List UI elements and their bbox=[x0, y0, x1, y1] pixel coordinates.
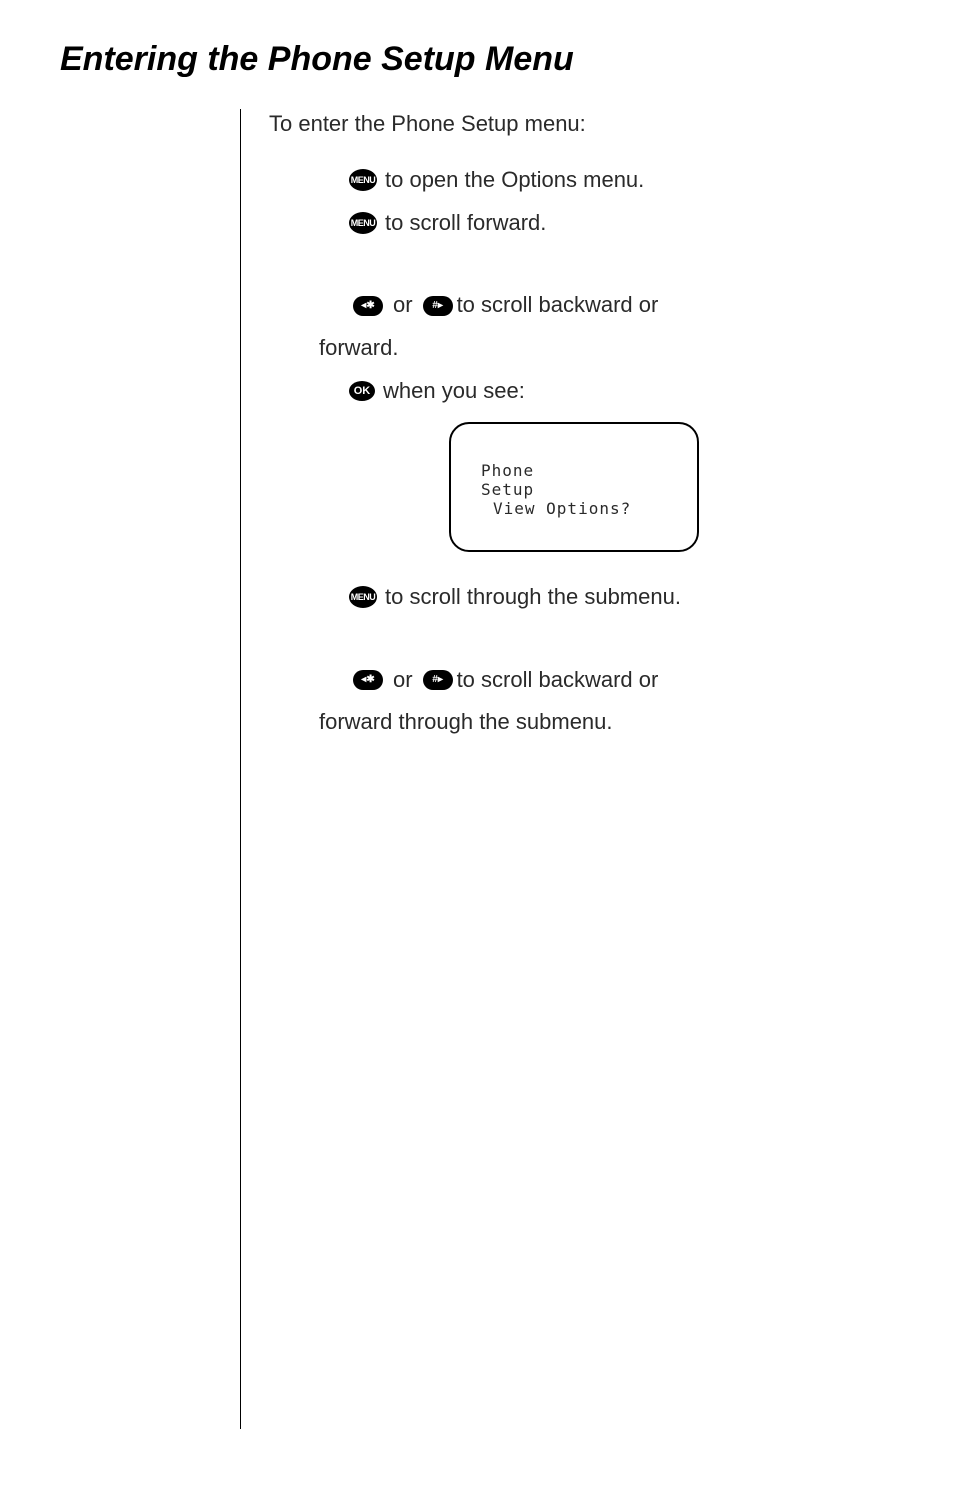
step-text: to open the Options menu. bbox=[385, 165, 644, 196]
step-text: to scroll through the submenu. bbox=[385, 582, 681, 613]
menu-icon: MENU bbox=[349, 586, 377, 608]
hash-right-icon: #▸ bbox=[423, 296, 453, 316]
step-text: to scroll backward or bbox=[457, 665, 659, 696]
screen-line-1: Phone bbox=[481, 461, 677, 480]
left-star-icon: ◂✱ bbox=[353, 670, 383, 690]
step-text: to scroll forward. bbox=[385, 208, 546, 239]
step-line-5: MENU to scroll through the submenu. bbox=[269, 582, 894, 613]
content-column: To enter the Phone Setup menu: MENU to o… bbox=[269, 109, 894, 1429]
content-area: To enter the Phone Setup menu: MENU to o… bbox=[240, 109, 894, 1429]
menu-icon: MENU bbox=[349, 169, 377, 191]
page-title: Entering the Phone Setup Menu bbox=[60, 40, 894, 79]
screen-line-2: Setup bbox=[481, 480, 677, 499]
menu-icon: MENU bbox=[349, 212, 377, 234]
phone-screen: Phone Setup View Options? bbox=[449, 422, 699, 552]
left-star-icon: ◂✱ bbox=[353, 296, 383, 316]
vertical-divider bbox=[240, 109, 241, 1429]
step-line-4: OK when you see: bbox=[269, 376, 894, 407]
or-text: or bbox=[393, 665, 413, 696]
step-line-6: ◂✱ or #▸ to scroll backward or bbox=[269, 665, 894, 696]
step-line-1: MENU to open the Options menu. bbox=[269, 165, 894, 196]
hash-right-icon: #▸ bbox=[423, 670, 453, 690]
or-text: or bbox=[393, 290, 413, 321]
intro-text: To enter the Phone Setup menu: bbox=[269, 109, 894, 140]
step-line-2: MENU to scroll forward. bbox=[269, 208, 894, 239]
ok-icon: OK bbox=[349, 381, 375, 401]
step-text: when you see: bbox=[383, 376, 525, 407]
step-text-continue: forward through the submenu. bbox=[269, 707, 894, 738]
step-line-3: ◂✱ or #▸ to scroll backward or bbox=[269, 290, 894, 321]
step-text: to scroll backward or bbox=[457, 290, 659, 321]
step-text-continue: forward. bbox=[269, 333, 894, 364]
screen-line-3: View Options? bbox=[493, 499, 677, 518]
